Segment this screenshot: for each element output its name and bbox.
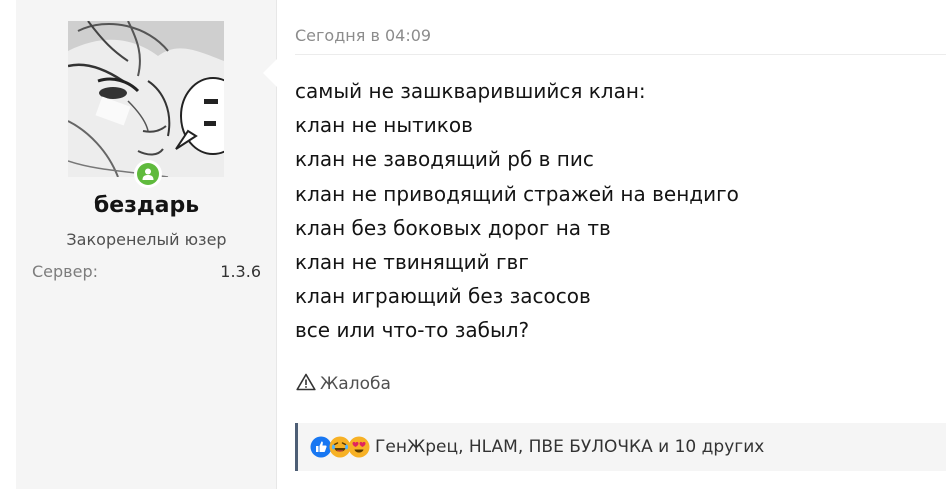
avatar-illustration bbox=[68, 21, 224, 177]
reactions-bar[interactable]: ГенЖрец, HLAM, ПВЕ БУЛОЧКА и 10 других bbox=[295, 423, 946, 471]
user-icon bbox=[137, 163, 159, 185]
message-arrow bbox=[263, 58, 278, 88]
server-value: 1.3.6 bbox=[220, 262, 261, 281]
message-line: клан не твинящий гвг bbox=[295, 250, 529, 275]
message-line: клан играющий без засосов bbox=[295, 284, 591, 309]
message-line: клан не заводящий рб в пис bbox=[295, 147, 594, 172]
warning-icon bbox=[296, 373, 316, 396]
message-line: клан без боковых дорог на тв bbox=[295, 215, 611, 240]
server-label: Сервер: bbox=[32, 262, 98, 281]
header-divider bbox=[295, 54, 946, 55]
user-title: Закоренелый юзер bbox=[66, 230, 227, 249]
username[interactable]: бездарь bbox=[16, 193, 277, 218]
report-label: Жалоба bbox=[320, 374, 391, 394]
love-icon bbox=[348, 436, 370, 458]
post-date[interactable]: Сегодня в 04:09 bbox=[295, 26, 431, 45]
user-extra-server: Сервер: 1.3.6 bbox=[32, 262, 261, 281]
message-line: клан не нытиков bbox=[295, 113, 473, 138]
message-line: самый не зашкварившийся клан: bbox=[295, 79, 646, 103]
reaction-users[interactable]: ГенЖрец, HLAM, ПВЕ БУЛОЧКА и 10 других bbox=[375, 437, 764, 457]
report-link[interactable]: Жалоба bbox=[296, 372, 391, 396]
message-post: бездарь Закоренелый юзер Сервер: 1.3.6 С… bbox=[0, 0, 946, 489]
message-line: клан не приводящий стражей на вендиго bbox=[295, 181, 739, 206]
message-line: все или что-то забыл? bbox=[295, 318, 530, 343]
online-status-badge bbox=[134, 160, 162, 188]
message-body: самый не зашкварившийся клан: клан не ны… bbox=[295, 74, 935, 348]
avatar-image[interactable] bbox=[68, 21, 224, 177]
reaction-icons bbox=[310, 436, 370, 458]
avatar[interactable] bbox=[68, 21, 224, 177]
